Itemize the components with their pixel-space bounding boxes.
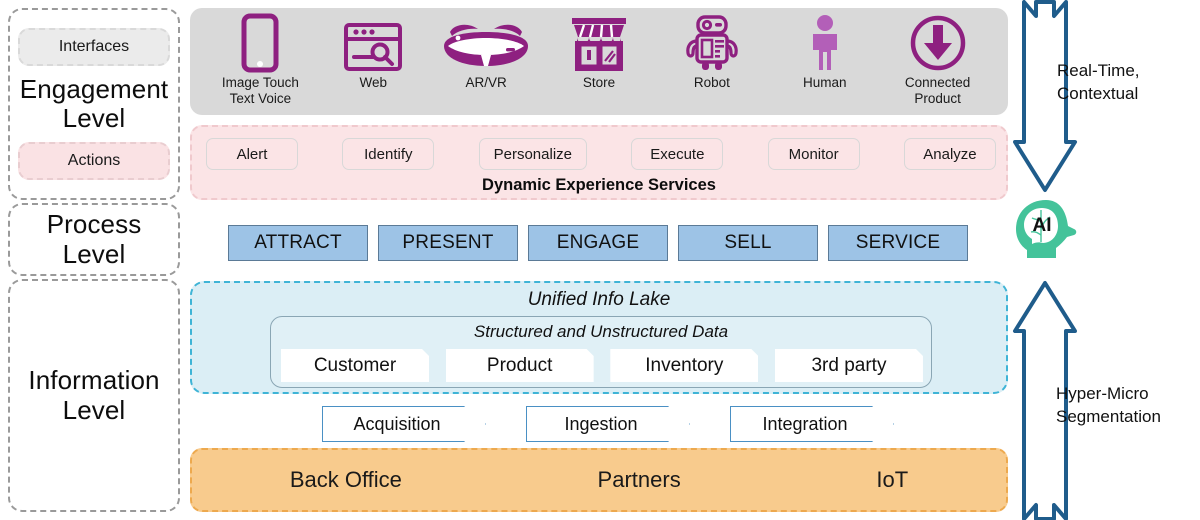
structured-unstructured-data-title: Structured and Unstructured Data (473, 322, 729, 341)
interface-item-store[interactable]: Store (543, 12, 656, 91)
interface-label-web: Web (359, 75, 388, 90)
interface-label-smartphone: Image Touch Text Voice (222, 75, 299, 106)
interface-label-arvr: AR/VR (465, 75, 507, 90)
pipeline-step-ingestion[interactable]: Ingestion (526, 406, 690, 442)
interface-icon-row: Image Touch Text Voice Web AR/VR Store R… (190, 8, 1008, 115)
ai-badge-label: AI (1033, 215, 1052, 236)
interface-item-arvr[interactable]: AR/VR (430, 12, 543, 91)
real-time-contextual-label: Real-Time, Contextual (1057, 60, 1140, 106)
action-chip-monitor[interactable]: Monitor (767, 138, 860, 170)
chip-interfaces[interactable]: Interfaces (18, 27, 170, 66)
data-source-back-office[interactable]: Back Office (290, 467, 402, 493)
process-stage-engage[interactable]: ENGAGE (528, 225, 668, 261)
action-chip-personalize[interactable]: Personalize (478, 138, 588, 170)
interface-item-smartphone[interactable]: Image Touch Text Voice (204, 12, 317, 106)
hyper-micro-segmentation-label: Hyper-Micro Segmentation (1056, 383, 1161, 429)
data-card-inventory[interactable]: Inventory (610, 349, 758, 382)
data-source-iot[interactable]: IoT (876, 467, 908, 493)
engagement-interfaces-panel: Image Touch Text Voice Web AR/VR Store R… (190, 8, 1008, 115)
process-stage-row: ATTRACT PRESENT ENGAGE SELL SERVICE (228, 224, 968, 262)
interface-label-robot: Robot (693, 75, 730, 90)
data-card-customer[interactable]: Customer (281, 349, 429, 382)
level-box-information: Information Level (8, 279, 180, 512)
action-chip-identify[interactable]: Identify (342, 138, 435, 170)
ar-vr-headset-icon (438, 12, 534, 72)
interface-item-web[interactable]: Web (317, 12, 430, 91)
process-stage-sell[interactable]: SELL (678, 225, 818, 261)
pipeline-step-acquisition[interactable]: Acquisition (322, 406, 486, 442)
robot-icon (682, 12, 742, 72)
level-title-process: Process Level (47, 210, 142, 268)
connected-product-download-icon (909, 12, 967, 72)
label-line2: Product (914, 90, 961, 106)
data-pipeline-row: Acquisition Ingestion Integration (322, 406, 894, 442)
diagram-canvas: Interfaces Engagement Level Actions Proc… (0, 0, 1200, 520)
level-title-information: Information Level (28, 366, 159, 424)
action-chip-execute[interactable]: Execute (631, 138, 724, 170)
interface-item-robot[interactable]: Robot (655, 12, 768, 91)
unified-info-lake-panel: Unified Info Lake Structured and Unstruc… (190, 281, 1008, 394)
process-stage-present[interactable]: PRESENT (378, 225, 518, 261)
interface-item-human[interactable]: Human (768, 12, 881, 91)
chip-actions[interactable]: Actions (18, 142, 170, 181)
data-card-product[interactable]: Product (446, 349, 594, 382)
storefront-icon (570, 12, 628, 72)
label-line2: Segmentation (1056, 406, 1161, 426)
data-source-partners[interactable]: Partners (598, 467, 681, 493)
label-line1: Connected (904, 75, 971, 90)
level-title-engagement-line2: Level (62, 103, 126, 133)
action-chip-analyze[interactable]: Analyze (903, 138, 996, 170)
label-line1: Hyper-Micro (1056, 384, 1149, 403)
structured-unstructured-data-box: Structured and Unstructured Data Custome… (270, 316, 932, 388)
action-chip-alert[interactable]: Alert (206, 138, 298, 170)
level-title-information-line1: Information (28, 365, 160, 396)
interface-label-human: Human (802, 75, 847, 90)
level-title-information-line2: Level (62, 394, 126, 425)
label-line2: Contextual (1057, 83, 1139, 103)
data-card-3rd-party[interactable]: 3rd party (775, 349, 923, 382)
process-stage-attract[interactable]: ATTRACT (228, 225, 368, 261)
process-stage-service[interactable]: SERVICE (828, 225, 968, 261)
data-card-row: Customer Product Inventory 3rd party (281, 349, 923, 382)
interface-label-store: Store (582, 75, 616, 90)
level-box-engagement: Interfaces Engagement Level Actions (8, 8, 180, 200)
level-title-engagement-line1: Engagement (19, 73, 169, 104)
interface-item-connected-product[interactable]: Connected Product (881, 12, 994, 106)
human-person-icon (805, 12, 845, 72)
level-title-process-line2: Level (62, 238, 126, 269)
level-title-engagement: Engagement Level (19, 73, 169, 133)
smartphone-icon (239, 12, 281, 73)
unified-info-lake-title: Unified Info Lake (527, 289, 671, 310)
data-sources-panel: Back Office Partners IoT (190, 448, 1008, 512)
label-line2: Text Voice (229, 90, 292, 106)
dynamic-experience-services-panel: Alert Identify Personalize Execute Monit… (190, 125, 1008, 200)
action-chip-row: Alert Identify Personalize Execute Monit… (206, 137, 996, 171)
pipeline-step-integration[interactable]: Integration (730, 406, 894, 442)
level-title-process-line1: Process (46, 209, 142, 240)
dynamic-experience-services-caption: Dynamic Experience Services (482, 176, 716, 194)
label-line1: Real-Time, (1057, 61, 1140, 80)
ai-brain-badge[interactable]: AI (1012, 198, 1084, 260)
level-box-process: Process Level (8, 203, 180, 276)
web-browser-search-icon (343, 12, 403, 72)
label-line1: Image Touch (221, 75, 299, 90)
interface-label-connected-product: Connected Product (905, 75, 970, 106)
